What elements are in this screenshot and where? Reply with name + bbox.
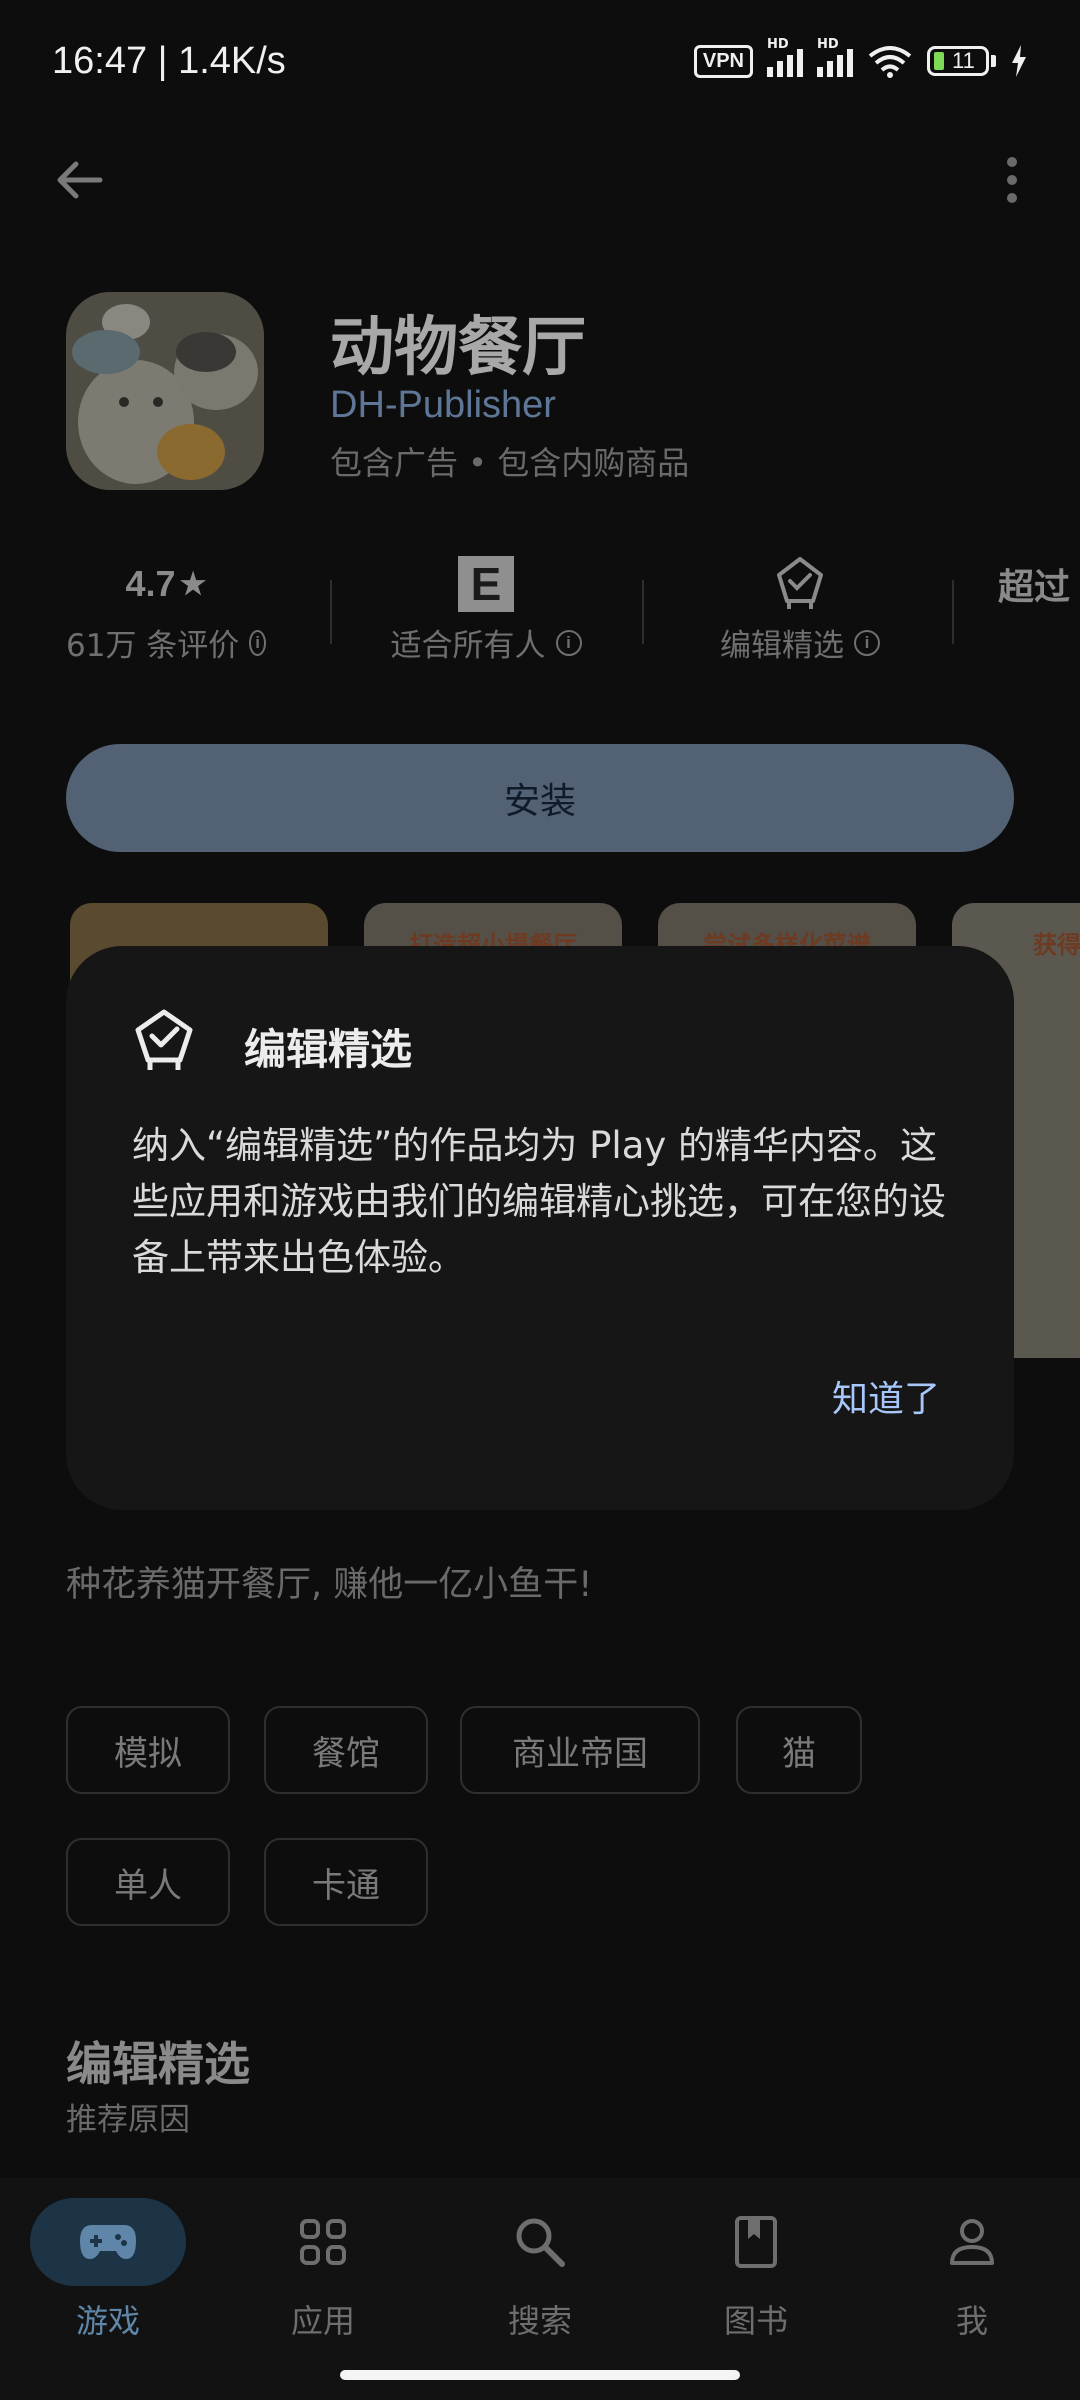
dialog-title: 编辑精选 bbox=[244, 1025, 413, 1074]
content-rating-label: 适合所有人 bbox=[390, 628, 546, 664]
status-time: 16:47 | 1.4K/s bbox=[52, 40, 286, 82]
signal-icon-1: HD bbox=[767, 37, 803, 77]
section-subtitle: 推荐原因 bbox=[66, 2102, 190, 2138]
nav-item-apps[interactable]: 应用 bbox=[233, 2198, 413, 2342]
tag-chip[interactable]: 商业帝国 bbox=[460, 1706, 700, 1794]
more-options-icon[interactable] bbox=[984, 152, 1040, 208]
editors-choice-label: 编辑精选 bbox=[720, 628, 844, 664]
star-icon: ★ bbox=[179, 567, 207, 601]
status-icons: VPN HD HD 11 bbox=[693, 37, 1028, 78]
install-button[interactable]: 安装 bbox=[66, 744, 1014, 852]
esrb-e-icon: E bbox=[458, 556, 514, 612]
divider bbox=[642, 580, 644, 644]
review-count: 61万 条评价 bbox=[66, 628, 240, 664]
info-icon[interactable]: i bbox=[555, 629, 582, 656]
divider bbox=[952, 580, 954, 644]
vpn-icon: VPN bbox=[693, 44, 753, 78]
editors-choice-stat[interactable]: 编辑精选 i bbox=[700, 556, 900, 665]
hd-label-1: HD bbox=[767, 37, 789, 52]
tag-chip[interactable]: 卡通 bbox=[264, 1838, 428, 1926]
app-icon bbox=[66, 292, 264, 490]
gamepad-icon bbox=[80, 2225, 136, 2259]
nav-label: 搜索 bbox=[507, 2302, 572, 2340]
editors-choice-icon bbox=[135, 1009, 193, 1070]
nav-item-games[interactable]: 游戏 bbox=[18, 2198, 198, 2342]
battery-level: 11 bbox=[952, 48, 975, 73]
nav-item-books[interactable]: 图书 bbox=[666, 2198, 846, 2342]
divider bbox=[330, 580, 332, 644]
nav-label: 我 bbox=[955, 2302, 988, 2340]
app-meta: 包含广告 • 包含内购商品 bbox=[330, 444, 690, 482]
nav-item-me[interactable]: 我 bbox=[882, 2198, 1062, 2342]
editors-choice-icon bbox=[777, 557, 823, 609]
tag-chip[interactable]: 餐馆 bbox=[264, 1706, 428, 1794]
dialog-body: 纳入“编辑精选”的作品均为 Play 的精华内容。这些应用和游戏由我们的编辑精心… bbox=[132, 1124, 946, 1279]
back-arrow-icon[interactable] bbox=[52, 152, 108, 208]
tag-chip[interactable]: 单人 bbox=[66, 1838, 230, 1926]
nav-item-search[interactable]: 搜索 bbox=[450, 2198, 630, 2342]
apps-grid-icon bbox=[300, 2219, 346, 2265]
hd-label-2: HD bbox=[817, 37, 839, 52]
tag-chip[interactable]: 模拟 bbox=[66, 1706, 230, 1794]
info-icon[interactable]: i bbox=[854, 629, 880, 656]
signal-icon-2: HD bbox=[817, 37, 853, 77]
person-icon bbox=[950, 2219, 994, 2265]
tag-chip[interactable]: 猫 bbox=[736, 1706, 862, 1794]
nav-label: 应用 bbox=[290, 2302, 355, 2340]
wifi-icon bbox=[868, 46, 912, 78]
book-icon bbox=[735, 2216, 777, 2268]
downloads-stat[interactable]: 超过 bbox=[998, 556, 1080, 612]
downloads-value: 超过 bbox=[998, 566, 1071, 607]
nav-label: 游戏 bbox=[75, 2302, 140, 2340]
app-title: 动物餐厅 bbox=[330, 311, 586, 385]
stats-row: 4.7 ★ 61万 条评价 i E 适合所有人 i 编辑精选 i 超过 bbox=[0, 556, 1080, 676]
status-bar: 16:47 | 1.4K/s VPN HD HD 11 bbox=[0, 0, 1080, 130]
bottom-navigation: 游戏 应用 搜索 图书 我 bbox=[0, 2178, 1080, 2400]
home-indicator[interactable] bbox=[340, 2370, 740, 2380]
nav-label: 图书 bbox=[723, 2302, 788, 2340]
got-it-button[interactable]: 知道了 bbox=[832, 1370, 940, 1422]
content-rating-stat[interactable]: E 适合所有人 i bbox=[376, 556, 596, 665]
rating-stat[interactable]: 4.7 ★ 61万 条评价 i bbox=[66, 556, 266, 665]
info-icon[interactable]: i bbox=[249, 629, 266, 656]
rating-value: 4.7 bbox=[125, 563, 176, 604]
charging-icon bbox=[1012, 45, 1026, 77]
editors-choice-dialog: 编辑精选 纳入“编辑精选”的作品均为 Play 的精华内容。这些应用和游戏由我们… bbox=[66, 946, 1014, 1510]
section-title: 编辑精选 bbox=[66, 2037, 250, 2091]
battery-icon: 11 bbox=[927, 46, 996, 76]
publisher-link[interactable]: DH-Publisher bbox=[330, 384, 556, 427]
app-tagline: 种花养猫开餐厅, 赚他一亿小鱼干! bbox=[66, 1565, 593, 1605]
search-icon bbox=[516, 2218, 565, 2267]
